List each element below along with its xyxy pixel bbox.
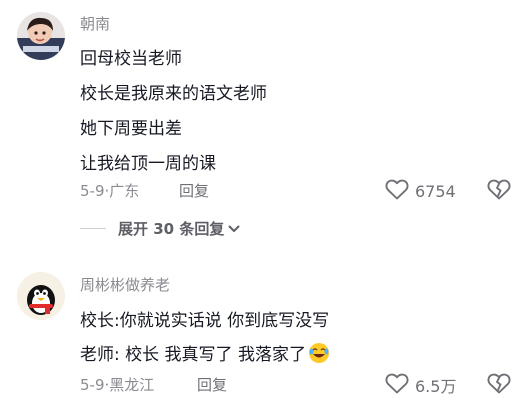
comment-text-line: 回母校当老师: [80, 49, 182, 69]
avatar[interactable]: [17, 12, 65, 60]
dislike-button[interactable]: [487, 178, 511, 204]
comment-item: 周彬彬做养老 校长:你就说实话说 你到底写没写 老师: 校长 我真写了 我落家了…: [0, 262, 523, 400]
comment-username[interactable]: 朝南: [80, 13, 110, 34]
comment-meta: 5-9·广东: [80, 180, 139, 201]
comment-text-line: 让我给顶一周的课: [80, 154, 216, 174]
expand-divider: [80, 228, 106, 229]
comment-location: 黑龙江: [109, 376, 155, 394]
like-count: 6.5万: [415, 377, 457, 396]
comment-text-line: 校长是我原来的语文老师: [80, 84, 267, 104]
broken-heart-icon: [487, 179, 511, 204]
comment-text-line: 校长:你就说实话说 你到底写没写: [80, 311, 330, 331]
avatar[interactable]: [17, 272, 65, 320]
comment-username[interactable]: 周彬彬做养老: [80, 274, 170, 295]
chevron-down-icon: [228, 224, 240, 234]
comment-date: 5-9: [80, 182, 105, 200]
laughing-crying-emoji-icon: [308, 342, 330, 369]
comment-text-line: 她下周要出差: [80, 119, 182, 139]
comment-text: 老师: 校长 我真写了 我落家了: [80, 345, 306, 365]
comment-location: 广东: [109, 182, 140, 200]
like-button[interactable]: 6.5万: [385, 372, 456, 398]
expand-replies-button[interactable]: 展开 30 条回复: [80, 218, 240, 239]
comment-meta: 5-9·黑龙江: [80, 374, 154, 395]
reply-button[interactable]: 回复: [197, 374, 227, 395]
comment-date: 5-9: [80, 376, 105, 394]
like-button[interactable]: 6754: [385, 178, 456, 204]
dislike-button[interactable]: [487, 372, 511, 398]
like-count: 6754: [415, 181, 456, 201]
broken-heart-icon: [487, 373, 511, 398]
heart-outline-icon: [385, 372, 409, 398]
reply-button[interactable]: 回复: [179, 180, 209, 201]
expand-replies-label: 展开 30 条回复: [118, 220, 225, 238]
comment-text-line: 老师: 校长 我真写了 我落家了: [80, 340, 330, 369]
comment-item: 朝南 回母校当老师 校长是我原来的语文老师 她下周要出差 让我给顶一周的课 5-…: [0, 0, 523, 245]
heart-outline-icon: [385, 178, 409, 204]
